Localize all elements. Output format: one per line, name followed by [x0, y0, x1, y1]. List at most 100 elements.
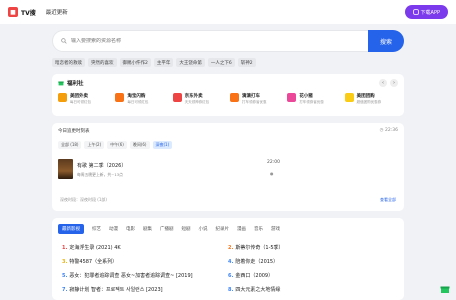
ranking-title: 金西口（2009） [235, 273, 274, 279]
search-button[interactable]: 搜索 [368, 30, 404, 52]
ranking-item[interactable]: 7. 寂静计划 智者：프로젝트 사일런스 [2023] [62, 286, 228, 293]
category-tab[interactable]: 短剧 [182, 225, 191, 233]
ranking-item[interactable]: 8. 四大元素之大地情缘 [228, 286, 394, 293]
category-tab[interactable]: 广播剧 [160, 225, 174, 233]
category-tab[interactable]: 综艺 [92, 225, 101, 233]
gift-float-icon[interactable] [440, 284, 450, 294]
search-icon [61, 38, 67, 44]
hot-tag[interactable]: 突然的喜欢 [88, 58, 117, 67]
perk-item[interactable]: 京东外卖 天天领神券红包 [172, 93, 226, 105]
schedule-clock: ◷ 22:36 [380, 128, 398, 134]
ranking-item[interactable]: 6. 金西口（2009） [228, 272, 394, 279]
perk-item[interactable]: 花小猪 打车领券省优惠 [287, 93, 340, 105]
gift-icon [58, 81, 64, 86]
schedule-clock-time: 22:36 [385, 128, 398, 133]
perk-icon [58, 93, 67, 102]
hot-tag[interactable]: 一人之下6 [207, 58, 235, 67]
hot-tag[interactable]: 御赐小仵作2 [119, 58, 151, 67]
perk-icon [287, 93, 297, 102]
perks-title: 福利社 [67, 81, 84, 87]
perk-icon [172, 93, 182, 102]
ranking-title: 定海浮生录 (2021) 4K [69, 245, 121, 251]
ranking-number: 4. [228, 259, 234, 265]
perk-subtitle: 天天领神券红包 [184, 100, 210, 104]
logo[interactable]: ■ TV搜 [8, 7, 36, 17]
time-dot: ● [270, 171, 274, 176]
category-tab[interactable]: 电影 [126, 225, 135, 233]
ranking-number: 7. [62, 287, 68, 293]
download-app-button[interactable]: 下载APP [404, 5, 448, 19]
hot-tags: 暗恋者的救赎 突然的喜欢 御赐小仵作2 主平年 大王饶命第 一人之下6 斩神2 [52, 58, 256, 67]
download-app-label: 下载APP [420, 9, 440, 16]
perk-item[interactable]: 美团外卖 每日可领红包 [58, 93, 111, 105]
logo-text: TV搜 [21, 9, 36, 17]
ranking-item[interactable]: 3. 特警4587（全系列） [62, 258, 228, 265]
perk-subtitle: 每日可领红包 [127, 100, 149, 104]
top-bar: ■ TV搜 最近更新 下载APP [0, 0, 456, 24]
ranking-title: 陪着你走（2015） [235, 259, 279, 265]
category-tab[interactable]: 纪录片 [216, 225, 230, 233]
hot-tag[interactable]: 暗恋者的救赎 [52, 58, 85, 67]
ranking-title: 四大元素之大地情缘 [235, 287, 281, 293]
day-tab[interactable]: 深夜(1) [152, 141, 173, 149]
category-tab[interactable]: 音乐 [254, 225, 263, 233]
ranking-item[interactable]: 4. 陪着你走（2015） [228, 258, 394, 265]
ranking-list: 1. 定海浮生录 (2021) 4K 2. 斯蒂尔传奇（1-5季） 3. 特警4587（全… [62, 244, 394, 293]
perk-title: 京东外卖 [184, 94, 203, 99]
hot-tag[interactable]: 大王饶命第 [176, 58, 205, 67]
ranking-number: 6. [228, 273, 234, 279]
schedule-show[interactable]: 有歌 第二季（2026） 每周五晚更上新，共~13点 [58, 159, 398, 179]
perk-subtitle: 打车领券省优惠 [299, 100, 324, 104]
ranking-number: 1. [62, 245, 68, 251]
category-tab[interactable]: 漫画 [237, 225, 246, 233]
perk-title: 花小猪 [299, 94, 313, 99]
perk-item[interactable]: 淘宝闪购 每日可领红包 [115, 93, 168, 105]
day-tab[interactable]: 晚间(6) [129, 141, 150, 149]
category-tab[interactable]: 动漫 [109, 225, 118, 233]
search-bar: 搜索 [52, 30, 404, 52]
category-tab[interactable]: 小说 [199, 225, 208, 233]
ranking-number: 2. [228, 245, 234, 251]
hot-tag[interactable]: 斩神2 [237, 58, 256, 67]
perk-subtitle: 每日可领红包 [70, 100, 91, 104]
ranking-title: 寂静计划 智者：프로젝트 사일런스 [2023] [69, 287, 163, 293]
hot-tag[interactable]: 主平年 [153, 58, 174, 67]
logo-icon: ■ [8, 7, 18, 17]
category-tab[interactable]: 剧集 [143, 225, 152, 233]
perk-item[interactable]: 滴滴打车 打车领券省优惠 [229, 93, 283, 105]
perks-card: 福利社 ‹ › 美团外卖 每日可领红包 淘宝闪购 每日可领红包 京东外卖 天天领神券红包滴… [52, 74, 404, 116]
ranking-item[interactable]: 1. 定海浮生录 (2021) 4K [62, 244, 228, 251]
chevron-left-icon[interactable]: ‹ [379, 79, 387, 87]
clock-icon: ◷ [379, 128, 384, 133]
category-tab[interactable]: 游戏 [271, 225, 280, 233]
ranking-item[interactable]: 2. 斯蒂尔传奇（1-5季） [228, 244, 394, 251]
perk-subtitle: 打车领券省优惠 [241, 100, 267, 104]
day-tab[interactable]: 全部 (18) [58, 141, 82, 149]
ranking-number: 5. [62, 273, 68, 279]
day-tabs: 全部 (18) 上午(2) 中午(6) 晚间(6) 深夜(1) [58, 141, 398, 149]
ranking-item[interactable]: 5. 恶女：犯罪者追踪调查 恶女~加害者追踪调查~ [2019] [62, 272, 228, 279]
ranking-number: 3. [62, 259, 68, 265]
show-poster [58, 159, 73, 179]
perk-title: 淘宝闪购 [127, 94, 146, 99]
ranking-title: 斯蒂尔传奇（1-5季） [235, 245, 284, 251]
show-time: 每周五晚更上新，共~13点 [77, 172, 123, 177]
search-field[interactable] [52, 30, 368, 52]
category-tabs: 最新影视 综艺 动漫 电影 剧集 广播剧 短剧 小说 纪录片 漫画 音乐 游戏 [58, 224, 398, 234]
nav-recent-updates[interactable]: 最近更新 [46, 8, 68, 16]
perk-title: 滴滴打车 [241, 94, 260, 99]
category-tab[interactable]: 最新影视 [58, 224, 84, 234]
ranking-title: 恶女：犯罪者追踪调查 恶女~加害者追踪调查~ [2019] [69, 273, 193, 279]
time-label: 22:00 [267, 160, 280, 165]
ranking-number: 8. [228, 287, 234, 293]
perk-item[interactable]: 美团团购 超值团购优惠券 [344, 93, 398, 105]
chevron-right-icon[interactable]: › [390, 79, 398, 87]
day-tab[interactable]: 上午(2) [84, 141, 105, 149]
perk-icon [344, 93, 354, 102]
perks-list: 美团外卖 每日可领红包 淘宝闪购 每日可领红包 京东外卖 天天领神券红包 滴滴打车 打车领券省… [58, 93, 398, 105]
perk-icon [229, 93, 239, 102]
search-input[interactable] [71, 38, 351, 44]
view-all-link[interactable]: 查看全部 [380, 197, 396, 203]
perk-title: 美团外卖 [70, 94, 88, 99]
day-tab[interactable]: 中午(6) [107, 141, 127, 149]
